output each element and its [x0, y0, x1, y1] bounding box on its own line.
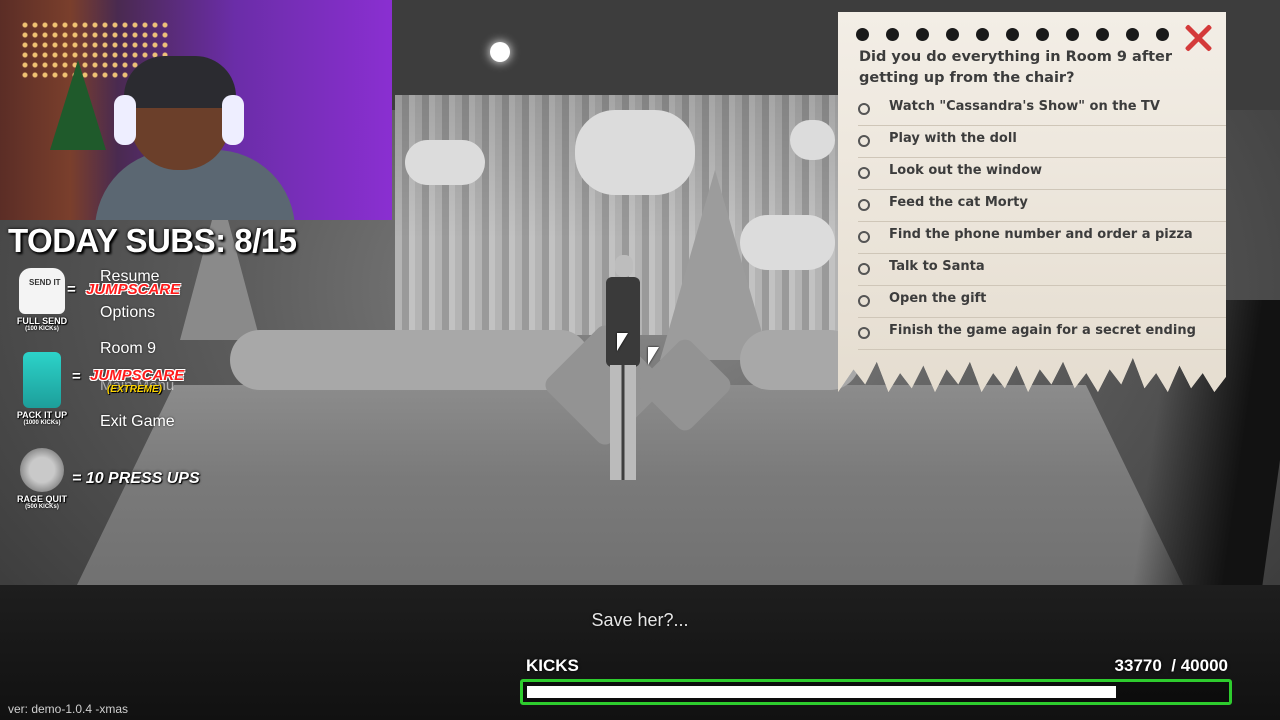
task-item[interactable]: Watch "Cassandra's Show" on the TV	[858, 93, 1226, 126]
binder-hole	[1066, 28, 1079, 41]
menu-room-9[interactable]: Room 9	[100, 340, 156, 358]
prop-cloud	[790, 120, 835, 160]
binder-hole	[976, 28, 989, 41]
task-item[interactable]: Find the phone number and order a pizza	[858, 221, 1226, 254]
jumpscare-label: JUMPSCARE	[90, 367, 185, 384]
doll-figure[interactable]	[600, 255, 646, 485]
press-ups-label: = 10 PRESS UPS	[72, 470, 200, 487]
kicks-progress-bar	[520, 679, 1232, 705]
menu-resume[interactable]: Resume	[100, 268, 160, 286]
binder-hole	[1156, 28, 1169, 41]
mouse-cursor-icon	[617, 333, 628, 351]
circle-bullet-icon	[858, 231, 870, 243]
headphones	[114, 95, 136, 145]
binder-hole	[1126, 28, 1139, 41]
reward-full-send: SEND IT FULL SEND (100 KICKs)	[12, 268, 72, 332]
christmas-tree	[50, 60, 106, 150]
task-item[interactable]: Play with the doll	[858, 125, 1226, 158]
binder-hole	[856, 28, 869, 41]
binder-hole	[1096, 28, 1109, 41]
reward-pack-it-up: PACK IT UP (1000 KICKs)	[12, 352, 72, 426]
reward-rage-quit: RAGE QUIT (500 KICKs)	[12, 448, 72, 510]
checklist-question: Did you do everything in Room 9 after ge…	[859, 49, 1173, 86]
streamer-webcam	[0, 0, 392, 220]
version-label: ver: demo-1.0.4 -xmas	[8, 702, 129, 716]
circle-bullet-icon	[858, 295, 870, 307]
task-item[interactable]: Open the gift	[858, 285, 1226, 318]
dialogue-subtitle: Save her?...	[591, 610, 689, 630]
task-item[interactable]: Feed the cat Morty	[858, 189, 1226, 222]
circle-bullet-icon	[858, 135, 870, 147]
task-item[interactable]: Finish the game again for a secret endin…	[858, 317, 1226, 350]
full-send-shirt-icon: SEND IT	[19, 268, 65, 314]
task-item[interactable]: Look out the window	[858, 157, 1226, 190]
kicks-label: KICKS	[526, 656, 579, 675]
pack-it-up-suitcase-icon	[23, 352, 61, 408]
circle-bullet-icon	[858, 263, 870, 275]
beanie	[124, 56, 236, 108]
binder-hole	[1006, 28, 1019, 41]
stage-light	[490, 42, 510, 62]
rage-quit-coin-icon	[20, 448, 64, 492]
binder-hole	[1036, 28, 1049, 41]
menu-exit-game[interactable]: Exit Game	[100, 413, 175, 431]
menu-options[interactable]: Options	[100, 304, 155, 322]
circle-bullet-icon	[858, 103, 870, 115]
binder-hole	[916, 28, 929, 41]
mouse-cursor-icon	[648, 347, 659, 365]
kicks-progress-fill	[527, 686, 1116, 698]
circle-bullet-icon	[858, 167, 870, 179]
binder-hole	[946, 28, 959, 41]
today-subs-counter: TODAY SUBS: 8/15	[8, 222, 297, 259]
binder-hole	[886, 28, 899, 41]
prop-tree	[660, 170, 770, 360]
circle-bullet-icon	[858, 199, 870, 211]
circle-bullet-icon	[858, 327, 870, 339]
kicks-count: 33770 / 40000	[1114, 656, 1228, 675]
task-item[interactable]: Talk to Santa	[858, 253, 1226, 286]
prop-cloud	[405, 140, 485, 185]
prop-hedge	[230, 330, 590, 390]
extreme-label: (EXTREME)	[107, 384, 162, 395]
